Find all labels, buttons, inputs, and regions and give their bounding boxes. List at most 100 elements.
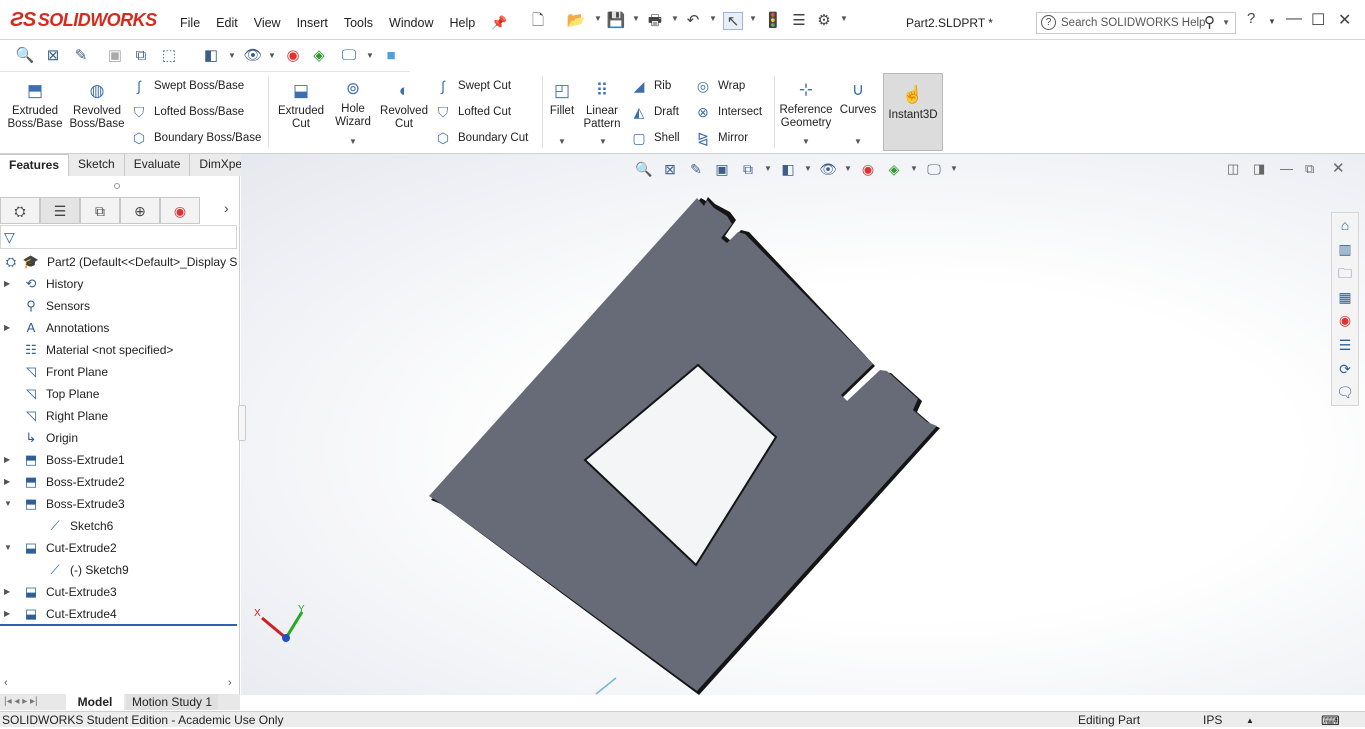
select-cursor-icon[interactable]: ↖: [723, 12, 743, 30]
chevron-down-icon[interactable]: ▼: [764, 164, 772, 173]
help-search-input[interactable]: ? Search SOLIDWORKS Help ⚲ ▼: [1036, 12, 1236, 34]
extruded-cut-button[interactable]: ⬓ Extruded Cut: [274, 80, 328, 131]
tree-filter-input[interactable]: [0, 225, 237, 249]
viewport-minimize-icon[interactable]: —: [1280, 161, 1293, 176]
collapse-arrow-icon[interactable]: ▼: [4, 537, 12, 559]
appearances-icon[interactable]: ◉: [1334, 309, 1356, 331]
revolved-boss-button[interactable]: ◍ Revolved Boss/Base: [68, 80, 126, 131]
viewport-restore-icon[interactable]: ⧉: [1305, 161, 1314, 177]
display-monitor-icon[interactable]: 🖵: [338, 46, 360, 66]
rebuild-icon[interactable]: 🚦: [763, 12, 783, 30]
chevron-down-icon[interactable]: ▼: [840, 14, 848, 23]
part-model[interactable]: [241, 154, 1365, 695]
file-properties-icon[interactable]: ☰: [789, 12, 809, 30]
chevron-down-icon[interactable]: ▼: [804, 164, 812, 173]
dimxpert-manager-tab-icon[interactable]: ⊕: [120, 197, 160, 224]
chevron-down-icon[interactable]: ▼: [844, 164, 852, 173]
collapse-arrow-icon[interactable]: ▼: [4, 493, 12, 515]
zoom-area-icon[interactable]: ⊠: [42, 46, 64, 66]
expand-arrow-icon[interactable]: ▶: [4, 449, 10, 471]
tree-item[interactable]: ▶ ⬓ Cut-Extrude4: [0, 603, 238, 625]
previous-view-icon[interactable]: ✎: [70, 46, 92, 66]
chevron-down-icon[interactable]: ▼: [749, 14, 757, 23]
home-icon[interactable]: ⌂: [1334, 214, 1356, 236]
rib-button[interactable]: ◢ Rib: [630, 76, 672, 96]
chevron-down-icon[interactable]: ▼: [671, 14, 679, 23]
section-view-icon[interactable]: ▣: [712, 160, 732, 178]
undo-icon[interactable]: ↶: [683, 12, 703, 30]
tree-item[interactable]: ◹ Right Plane: [0, 405, 238, 427]
tab-model[interactable]: Model: [66, 694, 124, 710]
display-monitor-icon[interactable]: 🖵: [924, 160, 944, 178]
chevron-down-icon[interactable]: ▼: [599, 137, 607, 146]
tab-motion-study[interactable]: Motion Study 1: [126, 694, 218, 710]
expand-arrow-icon[interactable]: ▶: [4, 471, 10, 493]
chevron-up-icon[interactable]: ▲: [1246, 716, 1254, 725]
tree-item[interactable]: ▼ ⬒ Boss-Extrude3: [0, 493, 238, 515]
panel-grip[interactable]: [114, 183, 120, 189]
menu-edit[interactable]: Edit: [208, 0, 246, 40]
search-icon[interactable]: ⚲: [1204, 13, 1215, 31]
revolved-cut-button[interactable]: ◐ Revolved Cut: [378, 80, 430, 131]
view-orientation-icon[interactable]: ⧉: [738, 160, 758, 178]
options-gear-icon[interactable]: ⚙: [814, 12, 834, 30]
hide-show-icon[interactable]: 👁: [818, 160, 838, 178]
chevron-down-icon[interactable]: ▼: [558, 137, 566, 146]
tree-root-part[interactable]: ⛭ 🎓 Part2 (Default<<Default>_Display S: [0, 251, 238, 273]
boundary-boss-button[interactable]: ⬡ Boundary Boss/Base: [130, 128, 262, 148]
hide-show-icon[interactable]: 👁: [242, 46, 264, 66]
tree-item[interactable]: ↳ Origin: [0, 427, 238, 449]
close-icon[interactable]: ✕: [1338, 10, 1351, 30]
print-icon[interactable]: 🖶: [645, 12, 665, 30]
chevron-down-icon[interactable]: ▼: [950, 164, 958, 173]
cube-icon[interactable]: ■: [380, 46, 402, 66]
view-palette-icon[interactable]: ▦: [1334, 286, 1356, 308]
appearance-icon[interactable]: ◉: [858, 160, 878, 178]
display-manager-tab-icon[interactable]: ◉: [160, 197, 200, 224]
chevron-down-icon[interactable]: ▼: [632, 14, 640, 23]
zoom-to-fit-icon[interactable]: 🔍: [14, 46, 36, 66]
chevron-down-icon[interactable]: ▼: [268, 51, 276, 60]
previous-view-icon[interactable]: ✎: [686, 160, 706, 178]
property-manager-tab-icon[interactable]: ☰: [40, 197, 80, 224]
tree-item[interactable]: ⟋ (-) Sketch9: [0, 559, 238, 581]
scene-icon[interactable]: ◈: [884, 160, 904, 178]
lofted-cut-button[interactable]: ⛉ Lofted Cut: [434, 102, 511, 122]
custom-properties-icon[interactable]: ☰: [1334, 334, 1356, 356]
feature-manager-tab-icon[interactable]: ⛭: [0, 197, 40, 224]
tree-item[interactable]: ▶ ⟲ History: [0, 273, 238, 295]
chevron-right-icon[interactable]: ›: [224, 200, 229, 216]
chevron-down-icon[interactable]: ▼: [802, 137, 810, 146]
zoom-area-icon[interactable]: ⊠: [660, 160, 680, 178]
tree-item[interactable]: ▼ ⬓ Cut-Extrude2: [0, 537, 238, 559]
tree-item[interactable]: ☷ Material <not specified>: [0, 339, 238, 361]
split-right-icon[interactable]: ◨: [1253, 161, 1265, 177]
forum-icon[interactable]: 🗨: [1334, 381, 1356, 403]
menu-file[interactable]: File: [172, 0, 208, 40]
resources-icon[interactable]: ⟳: [1334, 358, 1356, 380]
menu-insert[interactable]: Insert: [289, 0, 336, 40]
intersect-button[interactable]: ⊗ Intersect: [694, 102, 762, 122]
chevron-down-icon[interactable]: ▼: [1268, 17, 1276, 26]
swept-cut-button[interactable]: ∫ Swept Cut: [434, 76, 511, 96]
tree-item[interactable]: ◹ Front Plane: [0, 361, 238, 383]
fillet-button[interactable]: ◰ Fillet: [546, 80, 578, 118]
tab-sketch[interactable]: Sketch: [69, 154, 125, 176]
scroll-right-icon[interactable]: ›: [228, 677, 232, 689]
tree-item[interactable]: ⟋ Sketch6: [0, 515, 238, 537]
extruded-boss-button[interactable]: ⬒ Extruded Boss/Base: [6, 80, 64, 131]
menu-view[interactable]: View: [246, 0, 289, 40]
chevron-down-icon[interactable]: ▼: [709, 14, 717, 23]
design-library-icon[interactable]: ▥: [1334, 238, 1356, 260]
tree-item[interactable]: ▶ ⬒ Boss-Extrude1: [0, 449, 238, 471]
rollback-bar[interactable]: [0, 624, 237, 626]
curves-button[interactable]: ∪ Curves: [838, 79, 878, 117]
tree-item[interactable]: ⚲ Sensors: [0, 295, 238, 317]
solidworks-logo[interactable]: ƧS SOLIDWORKS: [10, 9, 157, 32]
chevron-down-icon[interactable]: ▼: [228, 51, 236, 60]
file-explorer-icon[interactable]: 🗀: [1334, 262, 1356, 284]
chevron-down-icon[interactable]: ▼: [854, 137, 862, 146]
display-style-icon[interactable]: ◧: [778, 160, 798, 178]
tree-item[interactable]: ▶ ⬒ Boss-Extrude2: [0, 471, 238, 493]
scroll-left-icon[interactable]: ‹: [4, 677, 8, 689]
